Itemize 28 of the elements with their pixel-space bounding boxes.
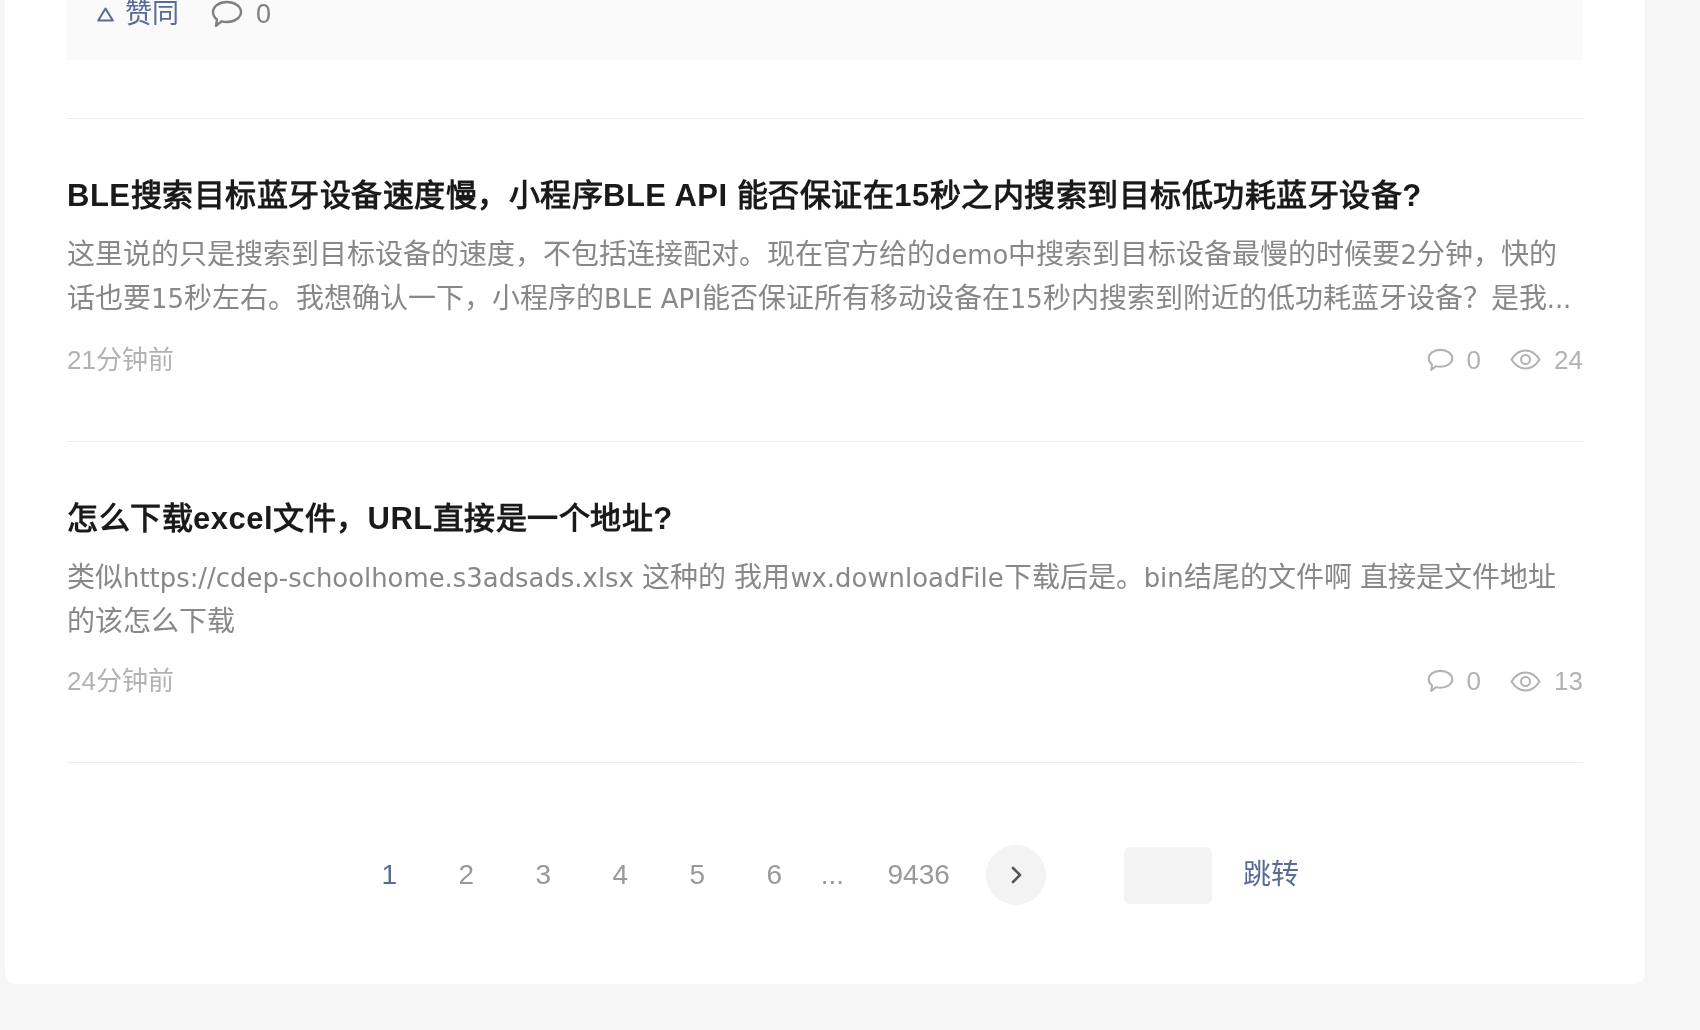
upvote-button[interactable]: 赞同 — [97, 0, 179, 28]
chevron-right-icon — [1010, 866, 1022, 884]
page-link[interactable]: 4 — [595, 855, 646, 895]
post-time: 21分钟前 — [67, 344, 174, 375]
triangle-icon — [97, 6, 114, 22]
speech-bubble-icon — [211, 0, 243, 28]
eye-icon — [1510, 670, 1542, 692]
page-link[interactable]: 1 — [364, 855, 415, 895]
page-link[interactable]: 6 — [749, 855, 800, 895]
post-time: 24分钟前 — [67, 666, 174, 696]
view-count: 24 — [1554, 344, 1583, 375]
page-link[interactable]: 5 — [672, 855, 723, 895]
page-link[interactable]: 3 — [518, 855, 569, 895]
view-count: 13 — [1554, 666, 1583, 696]
pagination-ellipsis: ... — [820, 858, 844, 892]
speech-bubble-icon — [1426, 669, 1454, 693]
comment-count: 0 — [1466, 344, 1482, 375]
page-link[interactable]: 2 — [441, 855, 492, 895]
eye-icon — [1510, 349, 1542, 370]
page-link[interactable]: 9436 — [887, 855, 950, 895]
question-excerpt: 类似https://cdep-schoolhome.s3adsads.xlsx 这种的 我用wx.downloadFile下载后是。bin结尾的文件啊 直接是文件地址的该怎么下载 — [67, 560, 1557, 639]
comment-count: 0 — [1466, 666, 1482, 696]
jump-button[interactable]: 跳转 — [1243, 855, 1300, 895]
question-excerpt: 这里说的只是搜索到目标设备的速度，不包括连接配对。现在官方给的demo中搜索到目标设备最慢的时候要2分钟，快的话也要15秒左右。我想确认一下，小程序的BLE API能否保证所有移动设备在15秒内搜索到附近的低功耗蓝牙设备？是我... — [67, 238, 1573, 316]
comment-button[interactable]: 0 — [211, 0, 272, 28]
question-title[interactable]: 怎么下载excel文件，URL直接是一个地址? — [67, 496, 1583, 541]
question-title[interactable]: BLE搜索目标蓝牙设备速度慢，小程序BLE API 能否保证在15秒之内搜索到目标低功耗蓝牙设备? — [67, 174, 1583, 218]
speech-bubble-icon — [1426, 347, 1454, 372]
